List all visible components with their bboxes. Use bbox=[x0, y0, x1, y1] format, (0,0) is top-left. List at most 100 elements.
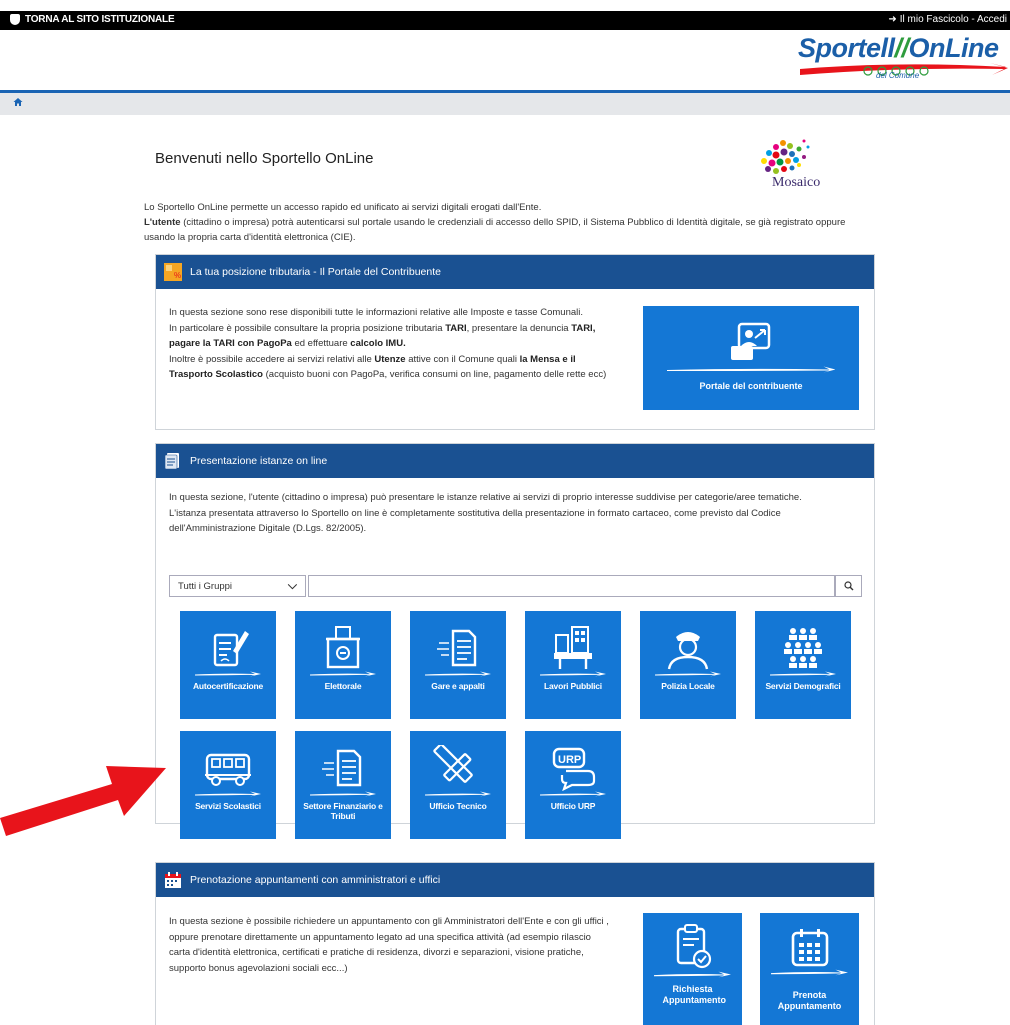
tile-settore-finanziario[interactable]: Settore Finanziario e Tributi bbox=[295, 731, 391, 839]
tile-ufficio-urp[interactable]: URP Ufficio URP bbox=[525, 731, 621, 839]
panel-title: Presentazione istanze on line bbox=[190, 455, 328, 467]
account-link[interactable]: ➜ Il mio Fascicolo - Accedi bbox=[888, 14, 1007, 25]
portale-contribuente-button[interactable]: Portale del contribuente bbox=[643, 306, 859, 410]
tile-label: Elettorale bbox=[324, 681, 362, 691]
tile-polizia-locale[interactable]: Polizia Locale bbox=[640, 611, 736, 719]
ballot-box-icon bbox=[326, 626, 360, 669]
desc-bold: Trasporto Scolastico bbox=[169, 369, 263, 380]
arrow-underline-icon bbox=[195, 671, 261, 677]
arrow-underline-icon bbox=[310, 791, 376, 797]
arrow-underline-icon bbox=[540, 671, 606, 677]
top-bar: TORNA AL SITO ISTITUZIONALE ➜ Il mio Fas… bbox=[0, 11, 1010, 30]
clipboard-check-icon bbox=[676, 924, 711, 969]
tile-label: Servizi Scolastici bbox=[195, 801, 261, 811]
tile-gare-appalti[interactable]: Gare e appalti bbox=[410, 611, 506, 719]
panel-description: In questa sezione, l'utente (cittadino o… bbox=[169, 490, 869, 537]
arrow-underline-icon bbox=[653, 971, 732, 978]
documents-icon bbox=[164, 453, 179, 470]
tax-icon: % bbox=[164, 263, 182, 281]
document-pen-icon bbox=[213, 631, 249, 667]
arrow-underline-icon bbox=[310, 671, 376, 677]
panel-header: Prenotazione appuntamenti con amministra… bbox=[156, 863, 874, 897]
desc-bold: calcolo IMU. bbox=[350, 338, 406, 349]
search-input[interactable] bbox=[308, 575, 835, 597]
arrow-underline-icon bbox=[425, 791, 491, 797]
fast-document-icon bbox=[437, 629, 477, 667]
mosaico-label: Mosaico bbox=[772, 175, 821, 190]
desc-line: oppure prenotare direttamente un appunta… bbox=[169, 931, 591, 943]
back-to-site-label: TORNA AL SITO ISTITUZIONALE bbox=[25, 14, 175, 25]
tile-label: Autocertificazione bbox=[192, 681, 264, 691]
logo-text-part1: Sportell bbox=[798, 33, 895, 63]
login-icon: ➜ bbox=[888, 14, 897, 25]
intro-line: Lo Sportello OnLine permette un accesso … bbox=[144, 202, 542, 213]
tile-label: Ufficio URP bbox=[550, 801, 596, 811]
tile-elettorale[interactable]: Elettorale bbox=[295, 611, 391, 719]
desc-line: In questa sezione, l'utente (cittadino o… bbox=[169, 492, 802, 503]
account-link-label: Il mio Fascicolo - Accedi bbox=[899, 14, 1007, 25]
desc-line: In questa sezione è possibile richiedere… bbox=[169, 916, 609, 927]
panel-appuntamenti: Prenotazione appuntamenti con amministra… bbox=[155, 862, 875, 1025]
desc-line: ed effettuare bbox=[291, 338, 351, 349]
desc-line: In questa sezione sono rese disponibili … bbox=[169, 307, 584, 318]
desc-line: In particolare è possibile consultare la… bbox=[169, 322, 446, 334]
chevron-down-icon: ⌵ bbox=[287, 578, 297, 592]
desc-line: attive con il Comune quali bbox=[405, 353, 520, 365]
desc-line: Inoltre è possibile accedere ai servizi … bbox=[169, 353, 375, 365]
tile-label: Lavori Pubblici bbox=[544, 681, 602, 691]
group-select-value: Tutti i Gruppi bbox=[178, 581, 233, 592]
tile-lavori-pubblici[interactable]: Lavori Pubblici bbox=[525, 611, 621, 719]
svg-text:%: % bbox=[174, 271, 181, 280]
arrow-underline-icon bbox=[540, 791, 606, 797]
contributor-portal-icon bbox=[731, 322, 771, 360]
shield-icon bbox=[10, 14, 20, 25]
panel-header: % La tua posizione tributaria - Il Porta… bbox=[156, 255, 874, 289]
home-icon[interactable] bbox=[13, 97, 23, 110]
search-icon bbox=[843, 581, 853, 591]
desc-line: , presentare la denuncia bbox=[466, 322, 572, 334]
tile-label: Polizia Locale bbox=[661, 681, 715, 691]
mosaico-dots-icon bbox=[761, 139, 810, 174]
panel-istanze: Presentazione istanze on line In questa … bbox=[155, 443, 875, 839]
tile-label: Ufficio Tecnico bbox=[429, 801, 487, 811]
panel-tributi: % La tua posizione tributaria - Il Porta… bbox=[155, 254, 875, 430]
back-to-site-link[interactable]: TORNA AL SITO ISTITUZIONALE bbox=[10, 14, 175, 25]
button-label: Portale del contribuente bbox=[699, 381, 803, 391]
intro-bold: L'utente bbox=[144, 217, 181, 228]
ruler-pencil-icon bbox=[433, 745, 473, 783]
arrow-underline-icon bbox=[666, 366, 836, 373]
tile-label: Settore Finanziario e Tributi bbox=[303, 801, 383, 821]
tile-servizi-scolastici[interactable]: Servizi Scolastici bbox=[180, 731, 276, 839]
button-label: Prenota Appuntamento bbox=[777, 990, 842, 1011]
search-button[interactable] bbox=[835, 575, 862, 597]
construction-icon bbox=[554, 626, 592, 669]
desc-line: dell'Amministrazione Digitale (D.Lgs. 82… bbox=[169, 523, 367, 534]
panel-header: Presentazione istanze on line bbox=[156, 444, 874, 478]
arrow-underline-icon bbox=[770, 969, 849, 976]
tile-autocertificazione[interactable]: Autocertificazione bbox=[180, 611, 276, 719]
school-bus-icon bbox=[205, 753, 251, 786]
calendar-icon bbox=[165, 872, 181, 888]
tile-servizi-demografici[interactable]: Servizi Demografici bbox=[755, 611, 851, 719]
desc-line: carta d'identità elettronica, certificat… bbox=[169, 947, 584, 958]
urp-speech-icon: URP bbox=[552, 747, 596, 791]
button-label: Richiesta Appuntamento bbox=[662, 984, 727, 1005]
people-group-icon bbox=[784, 628, 822, 668]
richiesta-appuntamento-button[interactable]: Richiesta Appuntamento bbox=[643, 913, 742, 1025]
group-select[interactable]: Tutti i Gruppi ⌵ bbox=[169, 575, 306, 597]
prenota-appuntamento-button[interactable]: Prenota Appuntamento bbox=[760, 913, 859, 1025]
desc-line: supporto bonus agevolazioni sociali ecc.… bbox=[169, 962, 348, 974]
desc-line: L'istanza presentata attraverso lo Sport… bbox=[169, 507, 781, 519]
arrow-underline-icon bbox=[655, 671, 721, 677]
sportello-online-logo[interactable]: Sportell//OnLine del Comune bbox=[798, 33, 1008, 85]
panel-title: Prenotazione appuntamenti con amministra… bbox=[190, 874, 441, 886]
calendar-grid-icon bbox=[791, 929, 828, 967]
desc-bold: TARI, bbox=[571, 322, 596, 334]
breadcrumb bbox=[0, 93, 1010, 115]
desc-line: (acquisto buoni con PagoPa, verifica con… bbox=[262, 369, 607, 380]
tile-label: Gare e appalti bbox=[431, 681, 485, 691]
intro-text: Lo Sportello OnLine permette un accesso … bbox=[144, 200, 874, 245]
tile-ufficio-tecnico[interactable]: Ufficio Tecnico bbox=[410, 731, 506, 839]
mosaico-logo: Mosaico bbox=[752, 137, 848, 193]
fast-document-icon bbox=[322, 749, 362, 787]
